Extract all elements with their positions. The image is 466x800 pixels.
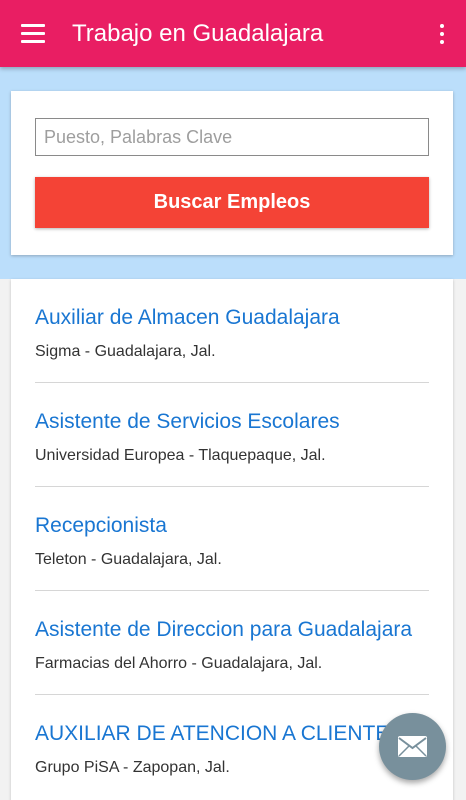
job-list-item[interactable]: Asistente de Direccion para Guadalajara …: [35, 591, 429, 695]
job-title[interactable]: Auxiliar de Almacen Guadalajara: [35, 305, 340, 331]
search-input[interactable]: [35, 118, 429, 156]
search-jobs-button[interactable]: Buscar Empleos: [35, 177, 429, 228]
job-title[interactable]: Recepcionista: [35, 513, 167, 539]
screen: Trabajo en Guadalajara Buscar Empleos Au…: [0, 0, 466, 800]
app-bar: Trabajo en Guadalajara: [0, 0, 466, 67]
job-company-location: Universidad Europea - Tlaquepaque, Jal.: [35, 447, 326, 464]
job-company-location: Sigma - Guadalajara, Jal.: [35, 343, 216, 360]
job-list-item[interactable]: Asistente de Servicios Escolares Univers…: [35, 383, 429, 487]
email-fab-button[interactable]: [379, 713, 446, 780]
job-results-list: Auxiliar de Almacen Guadalajara Sigma - …: [11, 279, 453, 800]
job-title[interactable]: Asistente de Servicios Escolares: [35, 409, 340, 435]
job-title[interactable]: Asistente de Direccion para Guadalajara: [35, 617, 412, 643]
hamburger-menu-icon[interactable]: [21, 24, 45, 44]
job-title[interactable]: AUXILIAR DE ATENCION A CLIENTE: [35, 721, 389, 747]
job-company-location: Farmacias del Ahorro - Guadalajara, Jal.: [35, 655, 323, 672]
job-list-item[interactable]: Recepcionista Teleton - Guadalajara, Jal…: [35, 487, 429, 591]
more-vert-icon[interactable]: [432, 22, 452, 46]
job-company-location: Grupo PiSA - Zapopan, Jal.: [35, 759, 230, 776]
email-icon: [398, 736, 427, 757]
job-company-location: Teleton - Guadalajara, Jal.: [35, 551, 222, 568]
job-list-item[interactable]: AUXILIAR DE ATENCION A CLIENTE Grupo PiS…: [35, 695, 429, 799]
job-list-item[interactable]: Auxiliar de Almacen Guadalajara Sigma - …: [35, 279, 429, 383]
app-title: Trabajo en Guadalajara: [72, 20, 324, 47]
search-card: Buscar Empleos: [11, 91, 453, 255]
